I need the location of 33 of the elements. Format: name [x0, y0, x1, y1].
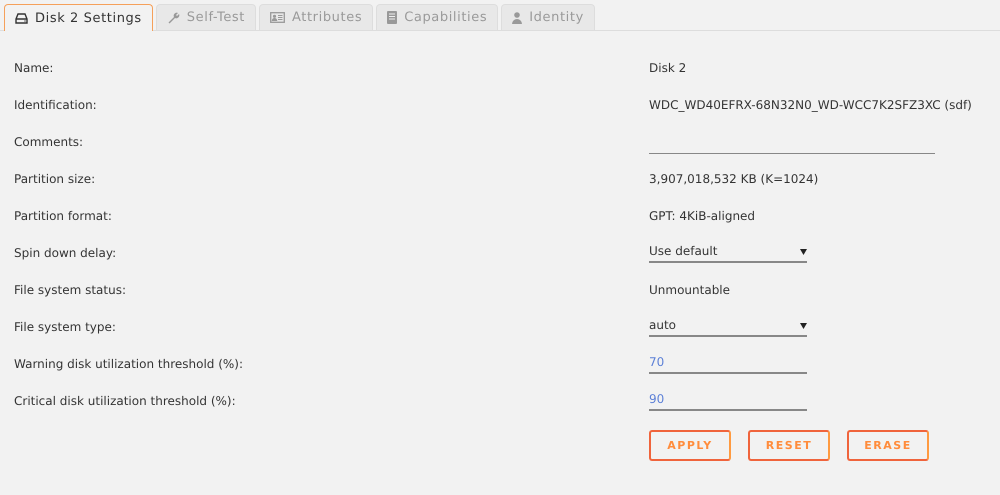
setting-label: Identification:: [14, 97, 98, 114]
setting-label: Name:: [14, 60, 54, 77]
setting-value: Disk 2: [649, 60, 686, 76]
dropdown[interactable]: Use default: [649, 240, 807, 263]
id-card-icon: [270, 12, 286, 23]
setting-label: Warning disk utilization threshold (%):: [14, 356, 244, 373]
setting-label: Partition format:: [14, 208, 113, 225]
tab[interactable]: Identity: [501, 4, 595, 30]
wrench-icon: [166, 11, 180, 24]
caret-icon: [800, 249, 807, 255]
setting-label: Partition size:: [14, 171, 96, 188]
setting-value: 3,907,018,532 KB (K=1024): [649, 171, 818, 187]
setting-label: Critical disk utilization threshold (%):: [14, 393, 237, 410]
tab[interactable]: Disk 2 Settings: [4, 4, 153, 31]
setting-label: File system type:: [14, 319, 117, 336]
action-button[interactable]: RESET: [748, 430, 830, 461]
setting-value: GPT: 4KiB-aligned: [649, 208, 756, 224]
tab[interactable]: Self-Test: [156, 4, 256, 30]
tab[interactable]: Attributes: [259, 4, 374, 30]
setting-value: Unmountable: [649, 282, 730, 298]
tab[interactable]: Capabilities: [376, 4, 498, 30]
number-field[interactable]: 70: [649, 351, 807, 374]
setting-label: Spin down delay:: [14, 245, 118, 262]
server-icon: [387, 11, 398, 24]
action-button[interactable]: ERASE: [847, 430, 929, 461]
dropdown[interactable]: auto: [649, 314, 807, 337]
setting-value: WDC_WD40EFRX-68N32N0_WD-WCC7K2SFZ3XC (sdf): [649, 97, 972, 113]
caret-icon: [800, 323, 807, 329]
user-icon: [512, 12, 522, 24]
setting-label: Comments:: [14, 134, 84, 151]
number-field[interactable]: 90: [649, 388, 807, 411]
setting-label: File system status:: [14, 282, 128, 299]
action-button[interactable]: APPLY: [649, 430, 731, 461]
